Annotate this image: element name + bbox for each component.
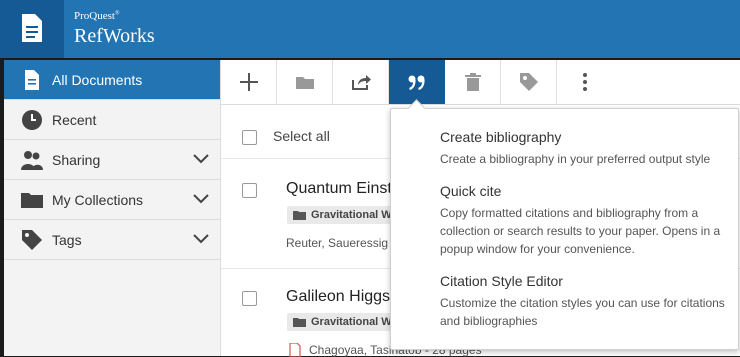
more-vertical-icon xyxy=(583,73,587,91)
menu-item-description: Copy formatted citations and bibliograph… xyxy=(440,206,721,256)
sidebar-item-tags[interactable]: Tags xyxy=(4,220,220,260)
quote-icon xyxy=(408,75,425,91)
sidebar-item-label: All Documents xyxy=(52,72,143,88)
folder-icon xyxy=(293,211,306,220)
toolbar xyxy=(221,60,740,105)
collection-tag[interactable]: Gravitational W. xyxy=(287,313,401,331)
document-checkbox[interactable] xyxy=(242,291,257,306)
people-icon xyxy=(21,151,43,170)
document-authors: Reuter, Saueressig xyxy=(286,236,389,250)
sidebar-item-label: Tags xyxy=(52,232,82,248)
menu-item-quick-cite[interactable]: Quick cite Copy formatted citations and … xyxy=(440,183,732,258)
menu-item-citation-style-editor[interactable]: Citation Style Editor Customize the cita… xyxy=(440,273,732,330)
tag-icon xyxy=(22,230,42,250)
select-all-checkbox[interactable] xyxy=(242,130,257,145)
document-title[interactable]: Galileon Higgs xyxy=(286,288,390,306)
pdf-file-icon xyxy=(289,343,301,357)
document-icon xyxy=(25,70,39,90)
registered-mark: ® xyxy=(114,10,120,17)
document-logo-icon xyxy=(22,14,42,42)
chevron-down-icon[interactable] xyxy=(192,192,210,206)
sidebar-item-label: My Collections xyxy=(52,192,144,208)
menu-item-create-bibliography[interactable]: Create bibliography Create a bibliograph… xyxy=(440,129,732,168)
more-options-button[interactable] xyxy=(557,60,613,104)
sidebar-item-sharing[interactable]: Sharing xyxy=(4,140,220,180)
cite-button[interactable] xyxy=(389,60,445,104)
chevron-down-icon[interactable] xyxy=(192,152,210,166)
collection-tag-label: Gravitational W. xyxy=(311,316,395,328)
share-button[interactable] xyxy=(333,60,389,104)
menu-item-title: Citation Style Editor xyxy=(440,273,563,289)
menu-item-title: Create bibliography xyxy=(440,129,562,145)
sidebar: All Documents Recent Sharing My Collecti… xyxy=(4,60,221,356)
collection-tag[interactable]: Gravitational W. xyxy=(287,206,401,224)
app-header: ProQuest® RefWorks xyxy=(0,0,740,58)
chevron-down-icon[interactable] xyxy=(192,232,210,246)
sidebar-item-label: Recent xyxy=(52,112,97,128)
select-all-label: Select all xyxy=(273,128,330,144)
sidebar-item-label: Sharing xyxy=(52,152,101,168)
sidebar-item-all-documents[interactable]: All Documents xyxy=(4,60,220,100)
trash-icon xyxy=(465,73,481,91)
app-logo[interactable] xyxy=(0,0,64,58)
folder-icon xyxy=(296,77,314,89)
folder-icon xyxy=(293,318,306,327)
add-icon xyxy=(240,73,258,91)
sidebar-item-my-collections[interactable]: My Collections xyxy=(4,180,220,220)
document-checkbox[interactable] xyxy=(242,183,257,198)
add-button[interactable] xyxy=(221,60,277,104)
menu-item-description: Create a bibliography in your preferred … xyxy=(440,152,711,166)
brand-refworks: RefWorks xyxy=(74,25,155,47)
collection-tag-label: Gravitational W. xyxy=(311,209,395,221)
tag-icon xyxy=(520,73,538,91)
tag-button[interactable] xyxy=(501,60,557,104)
share-icon xyxy=(352,75,371,90)
delete-button[interactable] xyxy=(445,60,501,104)
add-to-folder-button[interactable] xyxy=(277,60,333,104)
folder-icon xyxy=(21,193,43,208)
document-title[interactable]: Quantum Einst xyxy=(286,180,392,198)
brand-proquest: ProQuest® xyxy=(74,10,120,22)
clock-icon xyxy=(22,110,42,130)
sidebar-item-recent[interactable]: Recent xyxy=(4,100,220,140)
cite-dropdown-menu: Create bibliography Create a bibliograph… xyxy=(390,99,739,350)
menu-item-description: Customize the citation styles you can us… xyxy=(440,296,725,328)
menu-item-title: Quick cite xyxy=(440,183,502,199)
